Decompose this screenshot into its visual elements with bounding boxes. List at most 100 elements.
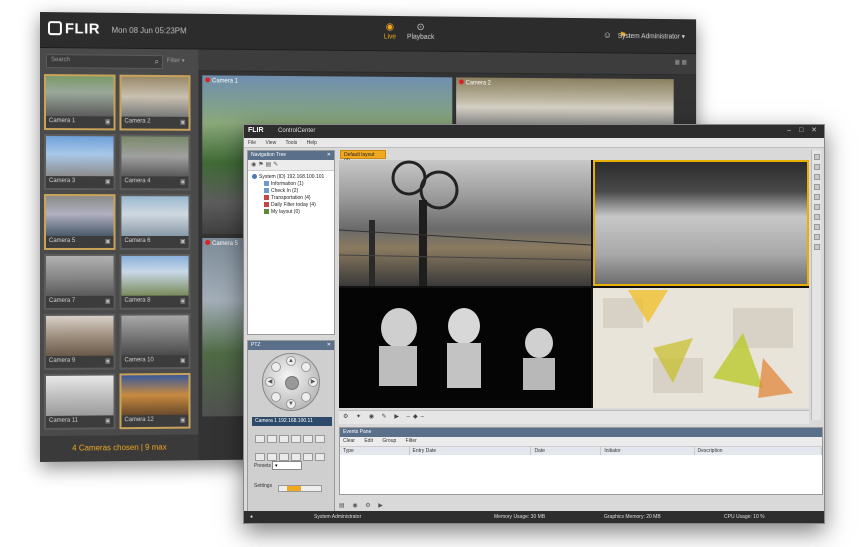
menu-view[interactable]: View: [265, 140, 276, 146]
tree-item[interactable]: Daily Filter today (4): [252, 202, 330, 209]
camera-thumbnail[interactable]: Camera 9 ▣: [43, 313, 116, 370]
column-entry-date[interactable]: Entry Date: [409, 447, 532, 455]
ptz-zoom-in-button[interactable]: [255, 435, 265, 443]
tab-default-layout[interactable]: Default layout (4): [340, 150, 386, 164]
ptz-zoom-out-button[interactable]: [267, 435, 277, 443]
camera-thumbnail[interactable]: Camera 12 ▣: [119, 372, 191, 430]
live-tile[interactable]: Camera 2: [456, 77, 674, 128]
settings-label: Settings: [254, 483, 273, 489]
close-icon[interactable]: ✕: [327, 152, 331, 158]
tree-toolbar[interactable]: ◉⚑▤✎: [248, 160, 334, 171]
camera-thumbnail[interactable]: Camera 10 ▣: [119, 313, 191, 370]
ptz-home-button[interactable]: [285, 376, 299, 390]
folder-icon: [264, 181, 269, 186]
menu-tools[interactable]: Tools: [286, 140, 298, 146]
video-cell-perimeter[interactable]: [339, 160, 591, 286]
tree-item[interactable]: Check In (2): [252, 188, 330, 195]
camera-thumbnail[interactable]: Camera 1 ▣: [43, 74, 116, 131]
layout-icon[interactable]: ▦ ▦: [675, 59, 687, 66]
column-description[interactable]: Description: [694, 447, 823, 455]
ptz-aux-button[interactable]: [291, 453, 301, 461]
ptz-up-button[interactable]: ▲: [286, 356, 296, 366]
tool-button[interactable]: [813, 194, 820, 200]
ptz-downright-button[interactable]: [301, 392, 311, 402]
column-initiator[interactable]: Initiator: [600, 447, 695, 455]
menu-file[interactable]: File: [248, 140, 256, 146]
tool-button[interactable]: [813, 214, 820, 220]
playback-mode-button[interactable]: ⊙ Playback: [404, 22, 437, 41]
ptz-focus-far-button[interactable]: [291, 435, 301, 443]
tree-item[interactable]: My layout (0): [252, 209, 330, 216]
tool-button[interactable]: [813, 224, 820, 230]
ptz-aux-button[interactable]: [255, 453, 265, 461]
search-icon: ⌕: [154, 57, 159, 67]
events-filter-button[interactable]: Filter: [406, 438, 417, 444]
ptz-camera-select[interactable]: Camera 1 192.168.100.11: [252, 417, 332, 426]
camera-icon: ▣: [104, 358, 111, 365]
column-type[interactable]: Type: [340, 447, 410, 455]
presets-dropdown[interactable]: ▾: [272, 461, 302, 470]
tool-button[interactable]: [813, 184, 820, 190]
settings-slider[interactable]: [278, 485, 322, 492]
video-cell-map[interactable]: [593, 288, 809, 408]
ptz-aux-button[interactable]: [279, 453, 289, 461]
user-icon[interactable]: ☺: [603, 30, 612, 40]
camera-thumbnail[interactable]: Camera 8 ▣: [119, 253, 191, 310]
camera-thumbnail[interactable]: Camera 5 ▣: [43, 194, 116, 250]
ptz-aux-button[interactable]: [315, 453, 325, 461]
video-toolbar[interactable]: ⚙ ✦ ◉ ✎ ▶ –◆–: [339, 410, 809, 424]
tool-button[interactable]: [813, 234, 820, 240]
events-table: Type Entry Date Date Initiator Descripti…: [340, 447, 823, 455]
quick-actions[interactable]: ▤ ◉ ⚙ ▶: [339, 502, 386, 509]
tree-item[interactable]: Information (1): [252, 181, 330, 188]
camera-preview: [45, 76, 114, 117]
camera-caption: Camera 6 ▣: [121, 236, 189, 248]
camera-thumbnail[interactable]: Camera 7 ▣: [43, 253, 116, 310]
ptz-focus-near-button[interactable]: [279, 435, 289, 443]
tool-button[interactable]: [813, 174, 820, 180]
live-mode-button[interactable]: ◉ Live: [377, 22, 402, 41]
events-group-button[interactable]: Group: [382, 438, 396, 444]
camera-icon: ▣: [179, 179, 186, 186]
video-cell-thermal[interactable]: [339, 288, 591, 408]
close-icon[interactable]: ✕: [327, 342, 331, 348]
ptz-aux-button[interactable]: [303, 453, 313, 461]
ptz-iris-close-button[interactable]: [315, 435, 325, 443]
camera-label: Camera 5: [48, 237, 76, 244]
camera-thumbnail[interactable]: Camera 6 ▣: [119, 194, 191, 250]
user-menu[interactable]: System Administrator ▾: [618, 32, 685, 40]
search-input[interactable]: Search ⌕: [45, 54, 163, 70]
ptz-downleft-button[interactable]: [271, 392, 281, 402]
ptz-upleft-button[interactable]: [271, 362, 281, 372]
camera-label: Camera 11: [48, 417, 79, 424]
ptz-left-button[interactable]: ◀: [265, 377, 275, 387]
status-bar: ● System Administrator Memory Usage: 30 …: [244, 511, 824, 523]
tool-button[interactable]: [813, 154, 820, 160]
tool-button[interactable]: [813, 164, 820, 170]
filter-dropdown[interactable]: Filter ▾: [167, 57, 185, 64]
window-controls[interactable]: ‒ □ ✕: [787, 126, 820, 134]
tool-button[interactable]: [813, 204, 820, 210]
ptz-joystick[interactable]: ▲ ▼ ◀ ▶: [262, 353, 320, 411]
ptz-panel: PTZ ✕ ▲ ▼ ◀ ▶ Camera 1 192.168.100.11 Pre…: [247, 340, 335, 512]
tree-item[interactable]: Transportation (4): [252, 195, 330, 202]
camera-caption: Camera 4 ▣: [121, 176, 189, 189]
ptz-upright-button[interactable]: [301, 362, 311, 372]
ptz-right-button[interactable]: ▶: [308, 377, 318, 387]
ptz-iris-open-button[interactable]: [303, 435, 313, 443]
video-cell-rooftop[interactable]: [593, 160, 809, 286]
camera-thumbnail[interactable]: Camera 3 ▣: [43, 134, 116, 191]
camera-thumbnail[interactable]: Camera 2 ▣: [119, 74, 191, 131]
ptz-aux-button[interactable]: [267, 453, 277, 461]
events-edit-button[interactable]: Edit: [364, 438, 373, 444]
camera-thumbnail[interactable]: Camera 4 ▣: [119, 134, 191, 191]
tool-button[interactable]: [813, 244, 820, 250]
camera-caption: Camera 9 ▣: [45, 355, 114, 368]
tree-root[interactable]: System (ID) 192.168.100.101: [252, 174, 330, 181]
camera-thumbnail[interactable]: Camera 11 ▣: [43, 373, 116, 430]
column-date[interactable]: Date: [530, 447, 602, 455]
camera-icon: ▣: [179, 119, 186, 126]
menu-help[interactable]: Help: [307, 140, 317, 146]
ptz-down-button[interactable]: ▼: [286, 399, 296, 409]
events-clear-button[interactable]: Clear: [343, 438, 355, 444]
